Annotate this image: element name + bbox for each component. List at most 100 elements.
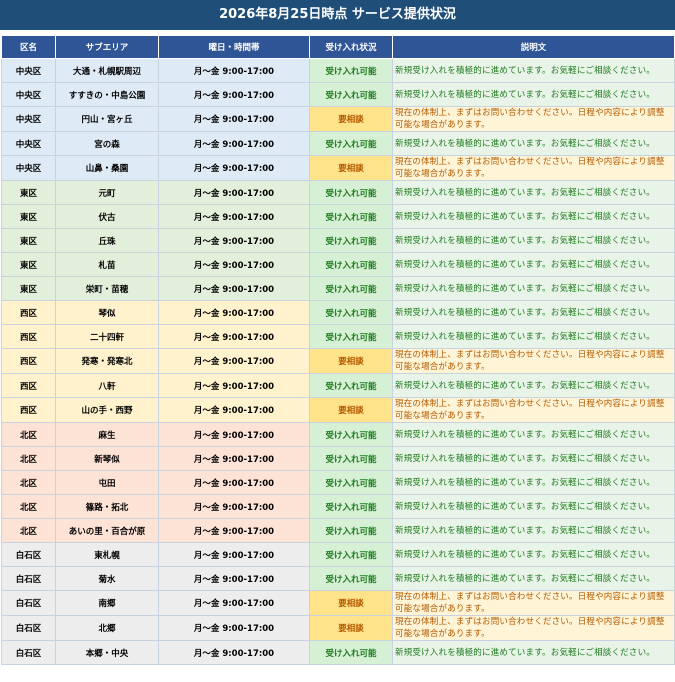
table-row: 西区 発寒・発寒北 月〜金 9:00-17:00 要相談 現在の体制上、まずはお問い合わ… — [1, 348, 675, 374]
ward-cell: 東区 — [1, 180, 56, 205]
hours-cell: 月〜金 9:00-17:00 — [158, 446, 310, 471]
description-cell: 新規受け入れを積極的に進めています。お気軽にご相談ください。 — [392, 566, 675, 591]
description-cell: 新規受け入れを積極的に進めています。お気軽にご相談ください。 — [392, 300, 675, 325]
ward-cell: 中央区 — [1, 131, 56, 156]
hours-cell: 月〜金 9:00-17:00 — [158, 131, 310, 156]
subarea-cell: 山鼻・桑園 — [55, 155, 159, 181]
status-badge: 受け入れ可能 — [309, 82, 393, 107]
hours-cell: 月〜金 9:00-17:00 — [158, 566, 310, 591]
description-cell: 現在の体制上、まずはお問い合わせください。日程や内容により調整可能な場合がありま… — [392, 155, 675, 181]
header-description[interactable]: 説明文 — [392, 35, 675, 59]
status-badge: 受け入れ可能 — [309, 180, 393, 205]
hours-cell: 月〜金 9:00-17:00 — [158, 422, 310, 447]
ward-cell: 白石区 — [1, 590, 56, 616]
status-badge: 受け入れ可能 — [309, 446, 393, 471]
table-row: 白石区 菊水 月〜金 9:00-17:00 受け入れ可能 新規受け入れを積極的に進めてい… — [1, 566, 675, 591]
hours-cell: 月〜金 9:00-17:00 — [158, 228, 310, 253]
ward-cell: 東区 — [1, 204, 56, 229]
description-cell: 新規受け入れを積極的に進めています。お気軽にご相談ください。 — [392, 446, 675, 471]
subarea-cell: 琴似 — [55, 300, 159, 325]
description-cell: 新規受け入れを積極的に進めています。お気軽にご相談ください。 — [392, 422, 675, 447]
hours-cell: 月〜金 9:00-17:00 — [158, 180, 310, 205]
table-row: 東区 伏古 月〜金 9:00-17:00 受け入れ可能 新規受け入れを積極的に進めていま… — [1, 204, 675, 229]
table-row: 中央区 円山・宮ヶ丘 月〜金 9:00-17:00 要相談 現在の体制上、まずはお問い合… — [1, 106, 675, 132]
description-cell: 新規受け入れを積極的に進めています。お気軽にご相談ください。 — [392, 494, 675, 519]
table-row: 東区 札苗 月〜金 9:00-17:00 受け入れ可能 新規受け入れを積極的に進めていま… — [1, 252, 675, 277]
hours-cell: 月〜金 9:00-17:00 — [158, 542, 310, 567]
table-row: 白石区 東札幌 月〜金 9:00-17:00 受け入れ可能 新規受け入れを積極的に進めて… — [1, 542, 675, 567]
table-row: 東区 元町 月〜金 9:00-17:00 受け入れ可能 新規受け入れを積極的に進めていま… — [1, 180, 675, 205]
subarea-cell: 新琴似 — [55, 446, 159, 471]
hours-cell: 月〜金 9:00-17:00 — [158, 276, 310, 301]
ward-cell: 白石区 — [1, 615, 56, 641]
description-cell: 現在の体制上、まずはお問い合わせください。日程や内容により調整可能な場合がありま… — [392, 615, 675, 641]
subarea-cell: 丘珠 — [55, 228, 159, 253]
header-ward[interactable]: 区名 — [1, 35, 56, 59]
ward-cell: 北区 — [1, 446, 56, 471]
hours-cell: 月〜金 9:00-17:00 — [158, 324, 310, 349]
description-cell: 現在の体制上、まずはお問い合わせください。日程や内容により調整可能な場合がありま… — [392, 106, 675, 132]
subarea-cell: 二十四軒 — [55, 324, 159, 349]
status-badge: 受け入れ可能 — [309, 300, 393, 325]
description-cell: 新規受け入れを積極的に進めています。お気軽にご相談ください。 — [392, 640, 675, 665]
table-row: 中央区 宮の森 月〜金 9:00-17:00 受け入れ可能 新規受け入れを積極的に進めて… — [1, 131, 675, 156]
ward-cell: 白石区 — [1, 640, 56, 665]
status-badge: 受け入れ可能 — [309, 131, 393, 156]
table-body: 中央区 大通・札幌駅周辺 月〜金 9:00-17:00 受け入れ可能 新規受け入れを積極… — [1, 58, 675, 665]
table-row: 白石区 本郷・中央 月〜金 9:00-17:00 受け入れ可能 新規受け入れを積極的に進… — [1, 640, 675, 665]
subarea-cell: 大通・札幌駅周辺 — [55, 58, 159, 83]
hours-cell: 月〜金 9:00-17:00 — [158, 300, 310, 325]
description-cell: 現在の体制上、まずはお問い合わせください。日程や内容により調整可能な場合がありま… — [392, 397, 675, 423]
subarea-cell: 札苗 — [55, 252, 159, 277]
description-cell: 新規受け入れを積極的に進めています。お気軽にご相談ください。 — [392, 324, 675, 349]
table-row: 北区 新琴似 月〜金 9:00-17:00 受け入れ可能 新規受け入れを積極的に進めてい… — [1, 446, 675, 471]
subarea-cell: 山の手・西野 — [55, 397, 159, 423]
ward-cell: 西区 — [1, 373, 56, 398]
subarea-cell: 菊水 — [55, 566, 159, 591]
hours-cell: 月〜金 9:00-17:00 — [158, 397, 310, 423]
hours-cell: 月〜金 9:00-17:00 — [158, 348, 310, 374]
table-row: 西区 八軒 月〜金 9:00-17:00 受け入れ可能 新規受け入れを積極的に進めていま… — [1, 373, 675, 398]
status-badge: 受け入れ可能 — [309, 640, 393, 665]
header-hours[interactable]: 曜日・時間帯 — [158, 35, 310, 59]
description-cell: 現在の体制上、まずはお問い合わせください。日程や内容により調整可能な場合がありま… — [392, 590, 675, 616]
table-row: 東区 栄町・苗穂 月〜金 9:00-17:00 受け入れ可能 新規受け入れを積極的に進め… — [1, 276, 675, 301]
description-cell: 新規受け入れを積極的に進めています。お気軽にご相談ください。 — [392, 373, 675, 398]
subarea-cell: 北郷 — [55, 615, 159, 641]
description-cell: 新規受け入れを積極的に進めています。お気軽にご相談ください。 — [392, 252, 675, 277]
status-badge: 受け入れ可能 — [309, 566, 393, 591]
hours-cell: 月〜金 9:00-17:00 — [158, 106, 310, 132]
subarea-cell: 伏古 — [55, 204, 159, 229]
status-badge: 受け入れ可能 — [309, 252, 393, 277]
hours-cell: 月〜金 9:00-17:00 — [158, 82, 310, 107]
status-badge: 要相談 — [309, 155, 393, 181]
status-badge: 要相談 — [309, 106, 393, 132]
description-cell: 新規受け入れを積極的に進めています。お気軽にご相談ください。 — [392, 542, 675, 567]
table-row: 白石区 北郷 月〜金 9:00-17:00 要相談 現在の体制上、まずはお問い合わせくだ… — [1, 615, 675, 641]
table-header-row: 区名 サブエリア 曜日・時間帯 受け入れ状況 説明文 — [1, 35, 675, 59]
table-row: 西区 二十四軒 月〜金 9:00-17:00 受け入れ可能 新規受け入れを積極的に進めて… — [1, 324, 675, 349]
service-status-table: 区名 サブエリア 曜日・時間帯 受け入れ状況 説明文 中央区 大通・札幌駅周辺 月〜… — [1, 35, 675, 665]
ward-cell: 東区 — [1, 276, 56, 301]
table-row: 白石区 南郷 月〜金 9:00-17:00 要相談 現在の体制上、まずはお問い合わせくだ… — [1, 590, 675, 616]
table-row: 北区 篠路・拓北 月〜金 9:00-17:00 受け入れ可能 新規受け入れを積極的に進め… — [1, 494, 675, 519]
status-badge: 受け入れ可能 — [309, 276, 393, 301]
description-cell: 新規受け入れを積極的に進めています。お気軽にご相談ください。 — [392, 204, 675, 229]
header-status[interactable]: 受け入れ状況 — [309, 35, 393, 59]
table-row: 西区 琴似 月〜金 9:00-17:00 受け入れ可能 新規受け入れを積極的に進めていま… — [1, 300, 675, 325]
hours-cell: 月〜金 9:00-17:00 — [158, 470, 310, 495]
subarea-cell: 麻生 — [55, 422, 159, 447]
table-row: 北区 麻生 月〜金 9:00-17:00 受け入れ可能 新規受け入れを積極的に進めていま… — [1, 422, 675, 447]
ward-cell: 東区 — [1, 228, 56, 253]
ward-cell: 北区 — [1, 494, 56, 519]
table-row: 中央区 大通・札幌駅周辺 月〜金 9:00-17:00 受け入れ可能 新規受け入れを積極… — [1, 58, 675, 83]
subarea-cell: 栄町・苗穂 — [55, 276, 159, 301]
header-subarea[interactable]: サブエリア — [55, 35, 159, 59]
ward-cell: 北区 — [1, 518, 56, 543]
hours-cell: 月〜金 9:00-17:00 — [158, 373, 310, 398]
subarea-cell: すすきの・中島公園 — [55, 82, 159, 107]
description-cell: 新規受け入れを積極的に進めています。お気軽にご相談ください。 — [392, 228, 675, 253]
hours-cell: 月〜金 9:00-17:00 — [158, 252, 310, 277]
status-badge: 受け入れ可能 — [309, 542, 393, 567]
subarea-cell: あいの里・百合が原 — [55, 518, 159, 543]
